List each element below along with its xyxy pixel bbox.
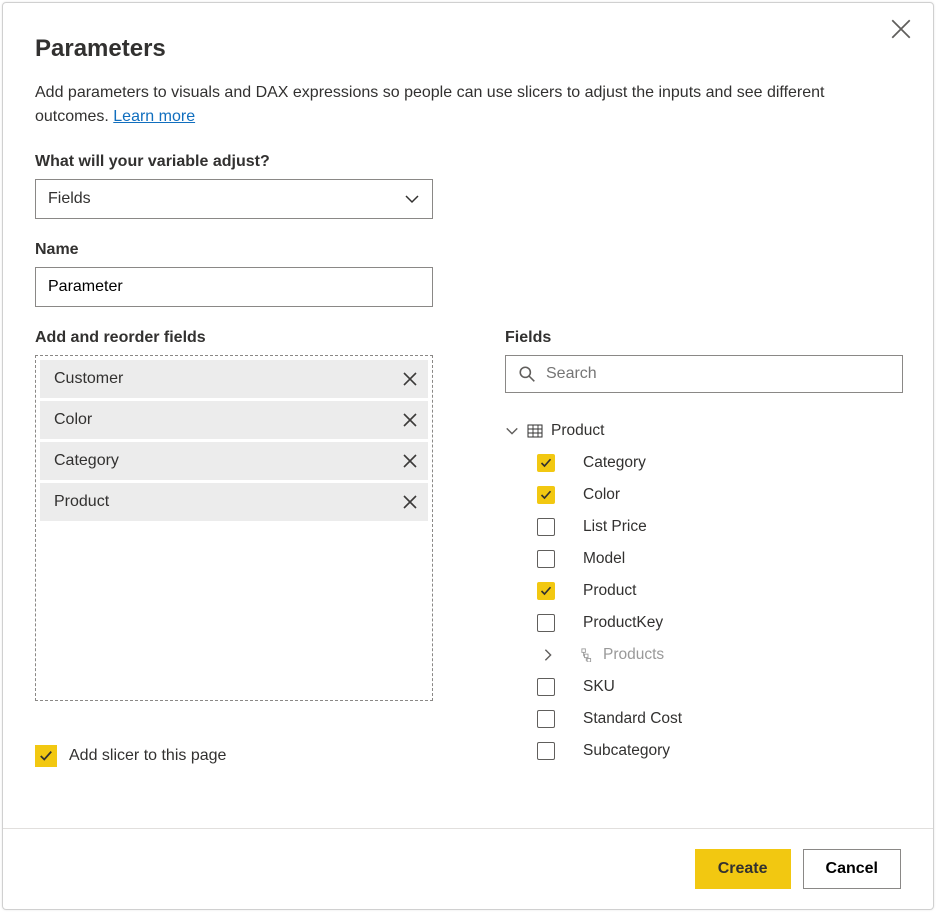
field-chip-category[interactable]: Category [40,442,428,480]
field-chip-customer[interactable]: Customer [40,360,428,398]
dialog-footer: Create Cancel [3,828,933,909]
tree-label: Category [583,454,646,472]
field-chip-color[interactable]: Color [40,401,428,439]
chevron-right-icon[interactable] [541,648,555,662]
close-button[interactable] [891,19,911,39]
tree-table-product[interactable]: Product [505,415,903,447]
tree-field-standardcost[interactable]: Standard Cost [505,703,903,735]
chevron-down-icon [404,191,420,207]
check-icon [540,585,552,597]
add-slicer-checkbox[interactable] [35,745,57,767]
tree-label: List Price [583,518,647,536]
tree-label: Product [583,582,636,600]
field-chip-label: Customer [54,370,123,388]
field-well[interactable]: Customer Color Category Product [35,355,433,701]
left-column: Add and reorder fields Customer Color Ca… [35,329,433,767]
field-checkbox[interactable] [537,710,555,728]
field-checkbox[interactable] [537,486,555,504]
tree-label: SKU [583,678,615,696]
field-chip-product[interactable]: Product [40,483,428,521]
dialog-title: Parameters [35,35,901,63]
search-input[interactable] [544,364,890,384]
field-checkbox[interactable] [537,518,555,536]
field-checkbox[interactable] [537,582,555,600]
tree-field-category[interactable]: Category [505,447,903,479]
check-icon [39,749,53,763]
tree-field-sku[interactable]: SKU [505,671,903,703]
close-icon [891,19,911,39]
search-icon [518,365,536,383]
tree-field-subcategory[interactable]: Subcategory [505,735,903,765]
field-checkbox[interactable] [537,614,555,632]
field-chip-label: Category [54,452,119,470]
name-input[interactable] [35,267,433,307]
reorder-label: Add and reorder fields [35,329,433,347]
fields-tree: Product Category Color List Price Model [505,415,903,765]
search-box[interactable] [505,355,903,393]
remove-icon[interactable] [402,453,418,469]
field-checkbox[interactable] [537,550,555,568]
dropdown-value: Fields [48,190,91,208]
create-button[interactable]: Create [695,849,791,889]
tree-label: Standard Cost [583,710,682,728]
cancel-button[interactable]: Cancel [803,849,901,889]
tree-hierarchy-products[interactable]: Products [505,639,903,671]
parameters-dialog: Parameters Add parameters to visuals and… [2,2,934,910]
field-checkbox[interactable] [537,742,555,760]
add-slicer-label: Add slicer to this page [69,747,226,765]
field-checkbox[interactable] [537,454,555,472]
learn-more-link[interactable]: Learn more [113,108,195,125]
tree-label: Products [603,646,664,664]
table-icon [527,423,543,439]
tree-field-product[interactable]: Product [505,575,903,607]
field-chip-label: Product [54,493,109,511]
variable-adjust-label: What will your variable adjust? [35,153,901,171]
add-slicer-row: Add slicer to this page [35,745,433,767]
tree-label: Color [583,486,620,504]
hierarchy-icon [581,648,595,662]
name-label: Name [35,241,901,259]
variable-adjust-dropdown[interactable]: Fields [35,179,433,219]
dialog-description: Add parameters to visuals and DAX expres… [35,81,901,129]
fields-label: Fields [505,329,903,347]
tree-label: Product [551,422,604,440]
tree-label: ProductKey [583,614,663,632]
tree-field-listprice[interactable]: List Price [505,511,903,543]
check-icon [540,457,552,469]
remove-icon[interactable] [402,494,418,510]
tree-field-color[interactable]: Color [505,479,903,511]
right-column: Fields Product Category Color [505,329,903,767]
remove-icon[interactable] [402,371,418,387]
field-checkbox[interactable] [537,678,555,696]
tree-label: Model [583,550,625,568]
check-icon [540,489,552,501]
chevron-down-icon[interactable] [505,424,519,438]
remove-icon[interactable] [402,412,418,428]
tree-field-productkey[interactable]: ProductKey [505,607,903,639]
field-chip-label: Color [54,411,92,429]
tree-label: Subcategory [583,742,670,760]
tree-field-model[interactable]: Model [505,543,903,575]
